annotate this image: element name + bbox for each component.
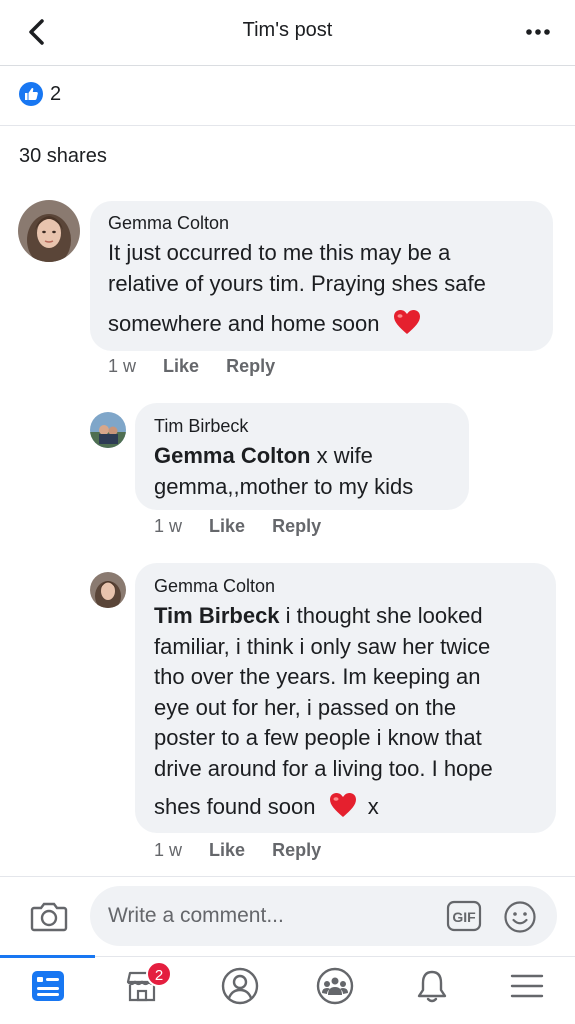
like-count[interactable]: 2 — [50, 83, 61, 106]
like-button[interactable]: Like — [209, 840, 245, 860]
comment-input-placeholder[interactable]: Write a comment... — [108, 904, 284, 928]
comment-time[interactable]: 1 w — [154, 840, 182, 860]
reply-button[interactable]: Reply — [226, 356, 275, 376]
comment-time[interactable]: 1 w — [154, 516, 182, 536]
comment-meta: 1 w Like Reply — [108, 356, 275, 377]
mention-tag[interactable]: Gemma Colton — [154, 443, 310, 468]
like-button[interactable]: Like — [163, 356, 199, 376]
avatar[interactable] — [18, 200, 80, 262]
shares-count[interactable]: 30 shares — [19, 145, 107, 168]
comment-text: It just occurred to me this may be a rel… — [108, 240, 486, 336]
active-tab-indicator — [0, 955, 95, 958]
heart-emoji — [329, 793, 356, 817]
post-header: Tim's post — [0, 0, 575, 66]
reactions-bar[interactable] — [0, 66, 575, 126]
more-options-button[interactable] — [523, 20, 553, 44]
groups-icon — [316, 967, 354, 1005]
reply-button[interactable]: Reply — [272, 840, 321, 860]
reply-button[interactable]: Reply — [272, 516, 321, 536]
gif-icon: GIF — [446, 900, 482, 932]
bottom-tab-bar — [0, 956, 575, 1024]
tab-notifications[interactable] — [410, 964, 454, 1008]
avatar[interactable] — [90, 572, 126, 608]
emoji-button[interactable] — [503, 900, 537, 934]
comment-meta: 1 w Like Reply — [154, 840, 321, 861]
tab-news-feed[interactable] — [26, 964, 70, 1008]
heart-emoji — [393, 310, 420, 334]
menu-icon — [510, 974, 544, 998]
camera-button[interactable] — [30, 898, 68, 934]
bell-icon — [417, 970, 447, 1003]
news-feed-icon — [32, 971, 64, 1001]
avatar[interactable] — [90, 412, 126, 448]
comment-author[interactable]: Gemma Colton — [154, 576, 275, 597]
mention-tag[interactable]: Tim Birbeck — [154, 603, 280, 628]
tab-profile[interactable] — [218, 964, 262, 1008]
emoji-icon — [504, 901, 536, 933]
comment-author[interactable]: Tim Birbeck — [154, 416, 248, 437]
comment-time[interactable]: 1 w — [108, 356, 136, 376]
gif-button[interactable]: GIF — [446, 900, 482, 932]
page-title: Tim's post — [242, 19, 333, 41]
notification-badge: 2 — [146, 961, 172, 987]
svg-text:GIF: GIF — [452, 909, 476, 925]
tab-menu[interactable] — [505, 964, 549, 1008]
comment-author[interactable]: Gemma Colton — [108, 213, 229, 234]
tab-groups[interactable] — [313, 964, 357, 1008]
comment-text: Tim Birbeck i thought she looked familia… — [154, 603, 493, 819]
like-button[interactable]: Like — [209, 516, 245, 536]
comment-text: Gemma Colton x wife gemma,,mother to my … — [154, 443, 414, 499]
camera-icon — [30, 902, 68, 932]
profile-icon — [221, 967, 259, 1005]
more-icon — [526, 29, 550, 35]
like-icon — [19, 82, 43, 106]
comment-meta: 1 w Like Reply — [154, 516, 321, 537]
